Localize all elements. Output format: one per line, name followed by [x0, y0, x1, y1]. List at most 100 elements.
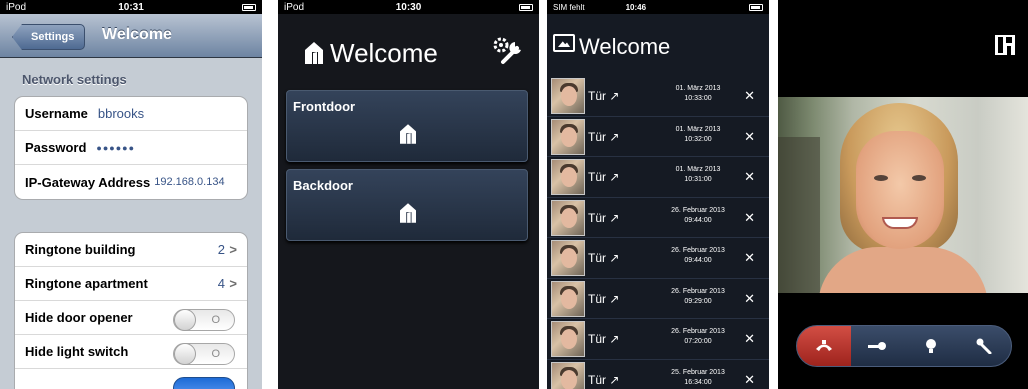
door-label-text: Tür	[588, 372, 606, 387]
history-row[interactable]: Tür ↗ 25. Februar 2013 16:34:00 ✕	[547, 360, 769, 389]
visitor-eye	[874, 175, 888, 181]
timestamp: 25. Februar 2013 16:34:00	[663, 368, 733, 388]
light-button[interactable]	[904, 326, 958, 366]
history-screen: SIM fehlt 10:46 Welcome Tür ↗ 01. März 20…	[547, 0, 769, 389]
house-icon	[305, 42, 323, 64]
entry-date: 26. Februar 2013	[671, 247, 725, 254]
gateway-field[interactable]: 192.168.0.134	[154, 176, 224, 188]
door-label: Tür ↗	[588, 332, 619, 346]
network-group: Username bbrooks Password ●●●●●● IP-Gate…	[14, 96, 248, 200]
entry-date: 01. März 2013	[675, 166, 721, 173]
entry-date: 01. März 2013	[675, 125, 721, 133]
visitor-thumbnail[interactable]	[551, 199, 585, 236]
gallery-icon	[553, 34, 575, 52]
navigation-bar: Settings Welcome	[0, 14, 262, 58]
arrow-icon: ↗	[609, 170, 620, 184]
delete-icon[interactable]: ✕	[744, 291, 755, 307]
battery-icon	[519, 3, 533, 11]
history-row[interactable]: Tür ↗ 01. März 2013 10:31:00 ✕	[547, 157, 769, 198]
history-row[interactable]: Tür ↗ 26. Februar 2013 09:44:00 ✕	[547, 238, 769, 279]
video-call-screen	[778, 0, 1028, 389]
username-label: Username	[25, 106, 88, 121]
delete-icon[interactable]: ✕	[744, 331, 755, 347]
password-row[interactable]: Password ●●●●●●	[15, 131, 247, 165]
arrow-icon: ↗	[609, 332, 620, 346]
visitor-eye	[912, 175, 926, 181]
gateway-row[interactable]: IP-Gateway Address 192.168.0.134	[15, 165, 247, 199]
back-button[interactable]: Settings	[12, 24, 86, 50]
timestamp: 26. Februar 2013 09:44:00	[663, 246, 733, 266]
door-label: Tür ↗	[588, 292, 619, 306]
frontdoor-button[interactable]: Frontdoor	[286, 90, 528, 162]
settings-tools-icon[interactable]	[491, 36, 525, 66]
history-row[interactable]: Tür ↗ 01. März 2013 10:32:00 ✕	[547, 117, 769, 157]
hide-door-opener-toggle[interactable]: O	[173, 309, 235, 331]
hide-door-opener-row: Hide door opener O	[15, 301, 247, 335]
visitor-thumbnail[interactable]	[551, 159, 585, 195]
history-row[interactable]: Tür ↗ 01. März 2013 10:33:00 ✕	[547, 76, 769, 117]
delete-icon[interactable]: ✕	[744, 250, 755, 266]
door-label: Tür ↗	[588, 211, 619, 225]
ringtone-building-label: Ringtone building	[25, 242, 136, 257]
clock: 10:30	[395, 1, 422, 13]
key-icon	[868, 342, 887, 350]
visitor-thumbnail[interactable]	[551, 118, 585, 155]
chevron-right-icon: >	[229, 242, 237, 257]
visitor-thumbnail[interactable]	[551, 280, 585, 317]
ringtone-apartment-label: Ringtone apartment	[25, 276, 148, 291]
username-field[interactable]: bbrooks	[98, 106, 144, 121]
entry-time: 10:33:00	[684, 95, 712, 102]
ringtone-building-row[interactable]: Ringtone building 2 >	[15, 233, 247, 267]
clock: 10:46	[625, 2, 647, 12]
delete-icon[interactable]: ✕	[744, 88, 755, 104]
arrow-icon: ↗	[609, 89, 620, 103]
delete-icon[interactable]: ✕	[744, 169, 755, 185]
password-field[interactable]: ●●●●●●	[96, 143, 135, 153]
carrier-label: iPod	[6, 1, 27, 13]
delete-icon[interactable]: ✕	[744, 210, 755, 226]
timestamp: 01. März 2013 10:33:00	[663, 84, 733, 104]
entry-time: 10:31:00	[684, 176, 712, 183]
hide-light-switch-toggle[interactable]: O	[173, 343, 235, 365]
intercom-icon[interactable]	[994, 34, 1016, 56]
delete-icon[interactable]: ✕	[744, 372, 755, 388]
history-row[interactable]: Tür ↗ 26. Februar 2013 09:44:00 ✕	[547, 198, 769, 238]
camera-video-feed	[778, 97, 1028, 293]
hide-light-switch-label: Hide light switch	[25, 344, 129, 359]
mute-button[interactable]	[958, 326, 1012, 366]
timestamp: 01. März 2013 10:32:00	[663, 125, 733, 145]
username-row[interactable]: Username bbrooks	[15, 97, 247, 131]
carrier-label: SIM fehlt	[553, 2, 585, 12]
history-row[interactable]: Tür ↗ 26. Februar 2013 09:29:00 ✕	[547, 279, 769, 319]
door-name: Backdoor	[293, 178, 353, 193]
status-bar: iPod 10:31	[0, 0, 262, 14]
history-row[interactable]: Tür ↗ 26. Februar 2013 07:20:00 ✕	[547, 319, 769, 360]
arrow-icon: ↗	[609, 251, 620, 265]
partial-toggle[interactable]	[173, 377, 235, 389]
door-label-text: Tür	[588, 210, 606, 225]
door-label-text: Tür	[588, 170, 606, 184]
door-label-text: Tür	[588, 89, 606, 103]
settings-screen: iPod 10:31 Settings Welcome Network sett…	[0, 0, 262, 389]
visitor-shoulders	[818, 247, 988, 293]
thumb-face	[561, 248, 577, 268]
hang-up-button[interactable]	[797, 326, 851, 366]
thumb-face	[561, 167, 577, 187]
backdoor-button[interactable]: Backdoor	[286, 169, 528, 241]
delete-icon[interactable]: ✕	[744, 129, 755, 145]
page-title: Welcome	[579, 34, 671, 59]
thumb-face	[561, 329, 577, 349]
visitor-thumbnail[interactable]	[551, 321, 585, 357]
chevron-right-icon: >	[229, 276, 237, 291]
door-opener-button[interactable]	[851, 326, 905, 366]
arrow-icon: ↗	[609, 210, 620, 225]
visitor-thumbnail[interactable]	[551, 240, 585, 276]
timestamp: 01. März 2013 10:31:00	[663, 165, 733, 185]
header: Welcome	[547, 14, 769, 76]
thumb-face	[561, 126, 577, 147]
ringtone-group: Ringtone building 2 > Ringtone apartment…	[14, 232, 248, 389]
visitor-face	[856, 131, 944, 249]
visitor-thumbnail[interactable]	[551, 361, 585, 389]
visitor-thumbnail[interactable]	[551, 78, 585, 114]
ringtone-apartment-row[interactable]: Ringtone apartment 4 >	[15, 267, 247, 301]
